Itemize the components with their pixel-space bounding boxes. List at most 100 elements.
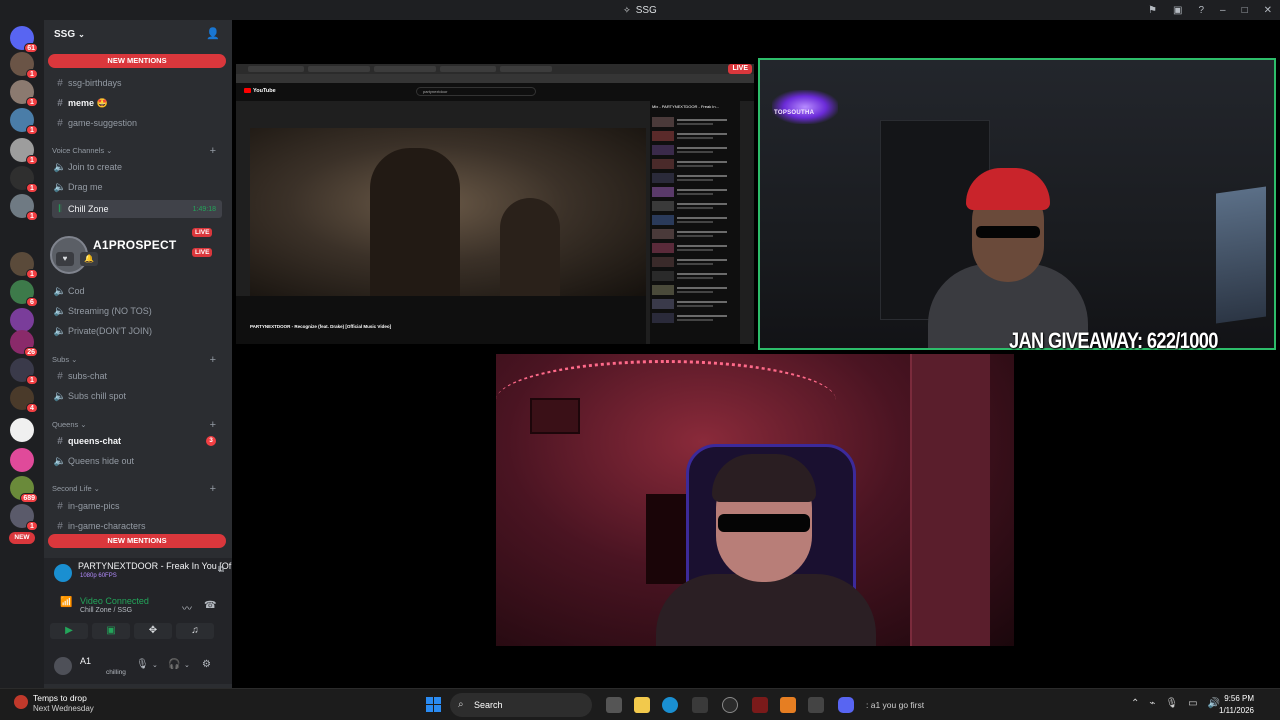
screen-share-button[interactable]: ▣ xyxy=(92,623,130,639)
chatgpt-icon[interactable] xyxy=(722,697,738,713)
server-icon[interactable]: 1 xyxy=(10,52,38,79)
chevron-down-icon[interactable]: ⌄ xyxy=(152,661,158,669)
taskbar-search[interactable]: ⌕ Search xyxy=(450,693,592,717)
new-mentions-banner[interactable]: NEW MENTIONS xyxy=(48,534,226,548)
help-icon[interactable]: ? xyxy=(1198,5,1204,16)
minimize-button[interactable]: – xyxy=(1220,5,1226,16)
edge-icon[interactable] xyxy=(662,697,678,713)
task-view-icon[interactable] xyxy=(606,697,622,713)
noise-suppression-icon[interactable]: 〰 xyxy=(182,600,192,615)
category-subs[interactable]: Subs ⌄ + xyxy=(52,354,222,366)
channel-ssg-birthdays[interactable]: # ssg-birthdays xyxy=(52,74,222,92)
display-icon[interactable]: ▭ xyxy=(1188,698,1197,709)
speaker-icon: 🔈 xyxy=(53,390,67,402)
disconnect-icon[interactable]: ☎ xyxy=(204,600,216,611)
channel-label: subs-chat xyxy=(68,371,108,381)
server-icon[interactable]: 26 xyxy=(10,330,38,357)
voice-channel-chill-zone[interactable]: 𝄃 Chill Zone 1:49:18 xyxy=(52,200,222,218)
app-icon[interactable] xyxy=(808,697,824,713)
add-channel-icon[interactable]: + xyxy=(210,354,216,366)
add-channel-icon[interactable]: + xyxy=(210,419,216,431)
microphone-icon[interactable]: 🎙 xyxy=(136,659,149,670)
flag-icon[interactable]: ⚑ xyxy=(1148,5,1157,16)
edge-browser-icon xyxy=(54,564,72,582)
add-member-icon[interactable]: 👤 xyxy=(206,27,220,40)
webcam-tile-1[interactable]: TOPSOUTHA xyxy=(758,58,1276,350)
category-second-life[interactable]: Second Life ⌄ + xyxy=(52,483,222,495)
server-header[interactable]: SSG ⌄ 👤 xyxy=(44,20,232,48)
server-icon[interactable]: 1 xyxy=(10,504,38,531)
user-popout[interactable]: A1PROSPECT ♥ 🔔 LIVE LIVE xyxy=(48,228,228,286)
channel-queens-chat[interactable]: # queens-chat 3 xyxy=(52,432,222,450)
server-icon[interactable]: 689 xyxy=(10,476,38,503)
add-channel-icon[interactable]: + xyxy=(210,145,216,157)
add-channel-icon[interactable]: + xyxy=(210,483,216,495)
camera-button[interactable]: ▶ xyxy=(50,623,88,639)
voice-location[interactable]: Chill Zone / SSG xyxy=(80,607,132,614)
microphone-icon[interactable]: 🎙 xyxy=(1165,698,1178,709)
server-icon[interactable]: 1 xyxy=(10,252,38,279)
voice-channel-cod[interactable]: 🔈 Cod xyxy=(52,282,222,300)
voice-channel-drag-me[interactable]: 🔈 Drag me xyxy=(52,178,222,196)
file-explorer-icon[interactable] xyxy=(634,697,650,713)
taskbar-clock[interactable]: 9:56 PM 1/11/2026 xyxy=(1219,693,1254,717)
new-mentions-banner[interactable]: NEW MENTIONS xyxy=(48,54,226,68)
stream-quality: 1080p 60FPS xyxy=(80,573,117,579)
channel-subs-chat[interactable]: # subs-chat xyxy=(52,367,222,385)
server-icon[interactable] xyxy=(10,448,34,472)
server-icon[interactable] xyxy=(10,308,34,332)
hash-icon: # xyxy=(57,97,63,109)
server-icon-ssg[interactable]: 1 xyxy=(10,194,38,221)
weather-widget[interactable]: Temps to drop Next Wednesday xyxy=(14,693,94,713)
voice-channel-private[interactable]: 🔈 Private(DON'T JOIN) xyxy=(52,322,222,340)
voice-channel-queens-hide-out[interactable]: 🔈 Queens hide out xyxy=(52,452,222,470)
chevron-up-icon[interactable]: ⌃ xyxy=(1131,698,1139,709)
unread-badge: 1 xyxy=(26,211,38,221)
server-icon[interactable]: 1 xyxy=(10,358,38,385)
store-icon[interactable] xyxy=(692,697,708,713)
app-icon[interactable] xyxy=(780,697,796,713)
bell-icon[interactable]: 🔔 xyxy=(80,252,98,266)
close-button[interactable]: ✕ xyxy=(1264,5,1272,16)
server-icon[interactable]: 6 xyxy=(10,280,38,307)
game-icon[interactable] xyxy=(752,697,768,713)
server-icon[interactable]: 1 xyxy=(10,80,38,107)
new-servers-button[interactable]: NEW xyxy=(9,532,35,544)
voice-channel-subs-chill-spot[interactable]: 🔈 Subs chill spot xyxy=(52,387,222,405)
voice-duration: 1:49:18 xyxy=(192,205,216,213)
server-icon[interactable]: 1 xyxy=(10,108,38,135)
soundboard-button[interactable]: ♫ xyxy=(176,623,214,639)
activity-panel[interactable]: PARTYNEXTDOOR - Freak In You [Of... 1080… xyxy=(44,558,239,594)
channel-game-suggestion[interactable]: # game-suggestion xyxy=(52,114,222,132)
voice-channel-streaming[interactable]: 🔈 Streaming (NO TOS) xyxy=(52,302,222,320)
maximize-button[interactable]: □ xyxy=(1242,5,1248,16)
avatar[interactable] xyxy=(54,657,72,675)
server-icon[interactable]: 1 xyxy=(10,166,38,193)
discord-message-preview[interactable]: : a1 you go first xyxy=(866,700,924,710)
signal-icon[interactable]: 📶 xyxy=(60,597,72,608)
start-button[interactable] xyxy=(426,697,441,712)
inbox-icon[interactable]: ▣ xyxy=(1173,5,1182,16)
activity-title: PARTYNEXTDOOR - Freak In You [Of... xyxy=(78,561,239,571)
chevron-down-icon[interactable]: ⌄ xyxy=(184,661,190,669)
screen-share-tile[interactable]: YouTube partynextdoor PARTYNEXTDOOR - Re… xyxy=(236,64,754,344)
channel-meme[interactable]: # meme 🤩 xyxy=(52,94,222,112)
channel-in-game-pics[interactable]: # in-game-pics xyxy=(52,497,222,515)
server-icon[interactable]: 4 xyxy=(10,386,38,413)
activities-button[interactable]: ✥ xyxy=(134,623,172,639)
category-voice-channels[interactable]: Voice Channels ⌄ + xyxy=(52,145,222,157)
heart-icon[interactable]: ♥ xyxy=(56,252,74,266)
channel-in-game-characters[interactable]: # in-game-characters xyxy=(52,517,222,535)
server-icon[interactable]: 1 xyxy=(10,138,38,165)
discord-icon[interactable] xyxy=(838,697,854,713)
direct-messages-button[interactable]: 61 xyxy=(10,26,38,53)
voice-channel-join-to-create[interactable]: 🔈 Join to create xyxy=(52,158,222,176)
gear-icon[interactable]: ⚙ xyxy=(202,659,211,670)
popout-icon[interactable]: ⧉ xyxy=(218,564,224,575)
channel-label: game-suggestion xyxy=(68,118,138,128)
network-icon[interactable]: ⌁ xyxy=(1149,698,1155,709)
webcam-tile-2[interactable] xyxy=(496,354,1014,646)
server-icon[interactable] xyxy=(10,418,34,442)
category-queens[interactable]: Queens ⌄ + xyxy=(52,419,222,431)
headphones-icon[interactable]: 🎧 xyxy=(168,659,180,670)
